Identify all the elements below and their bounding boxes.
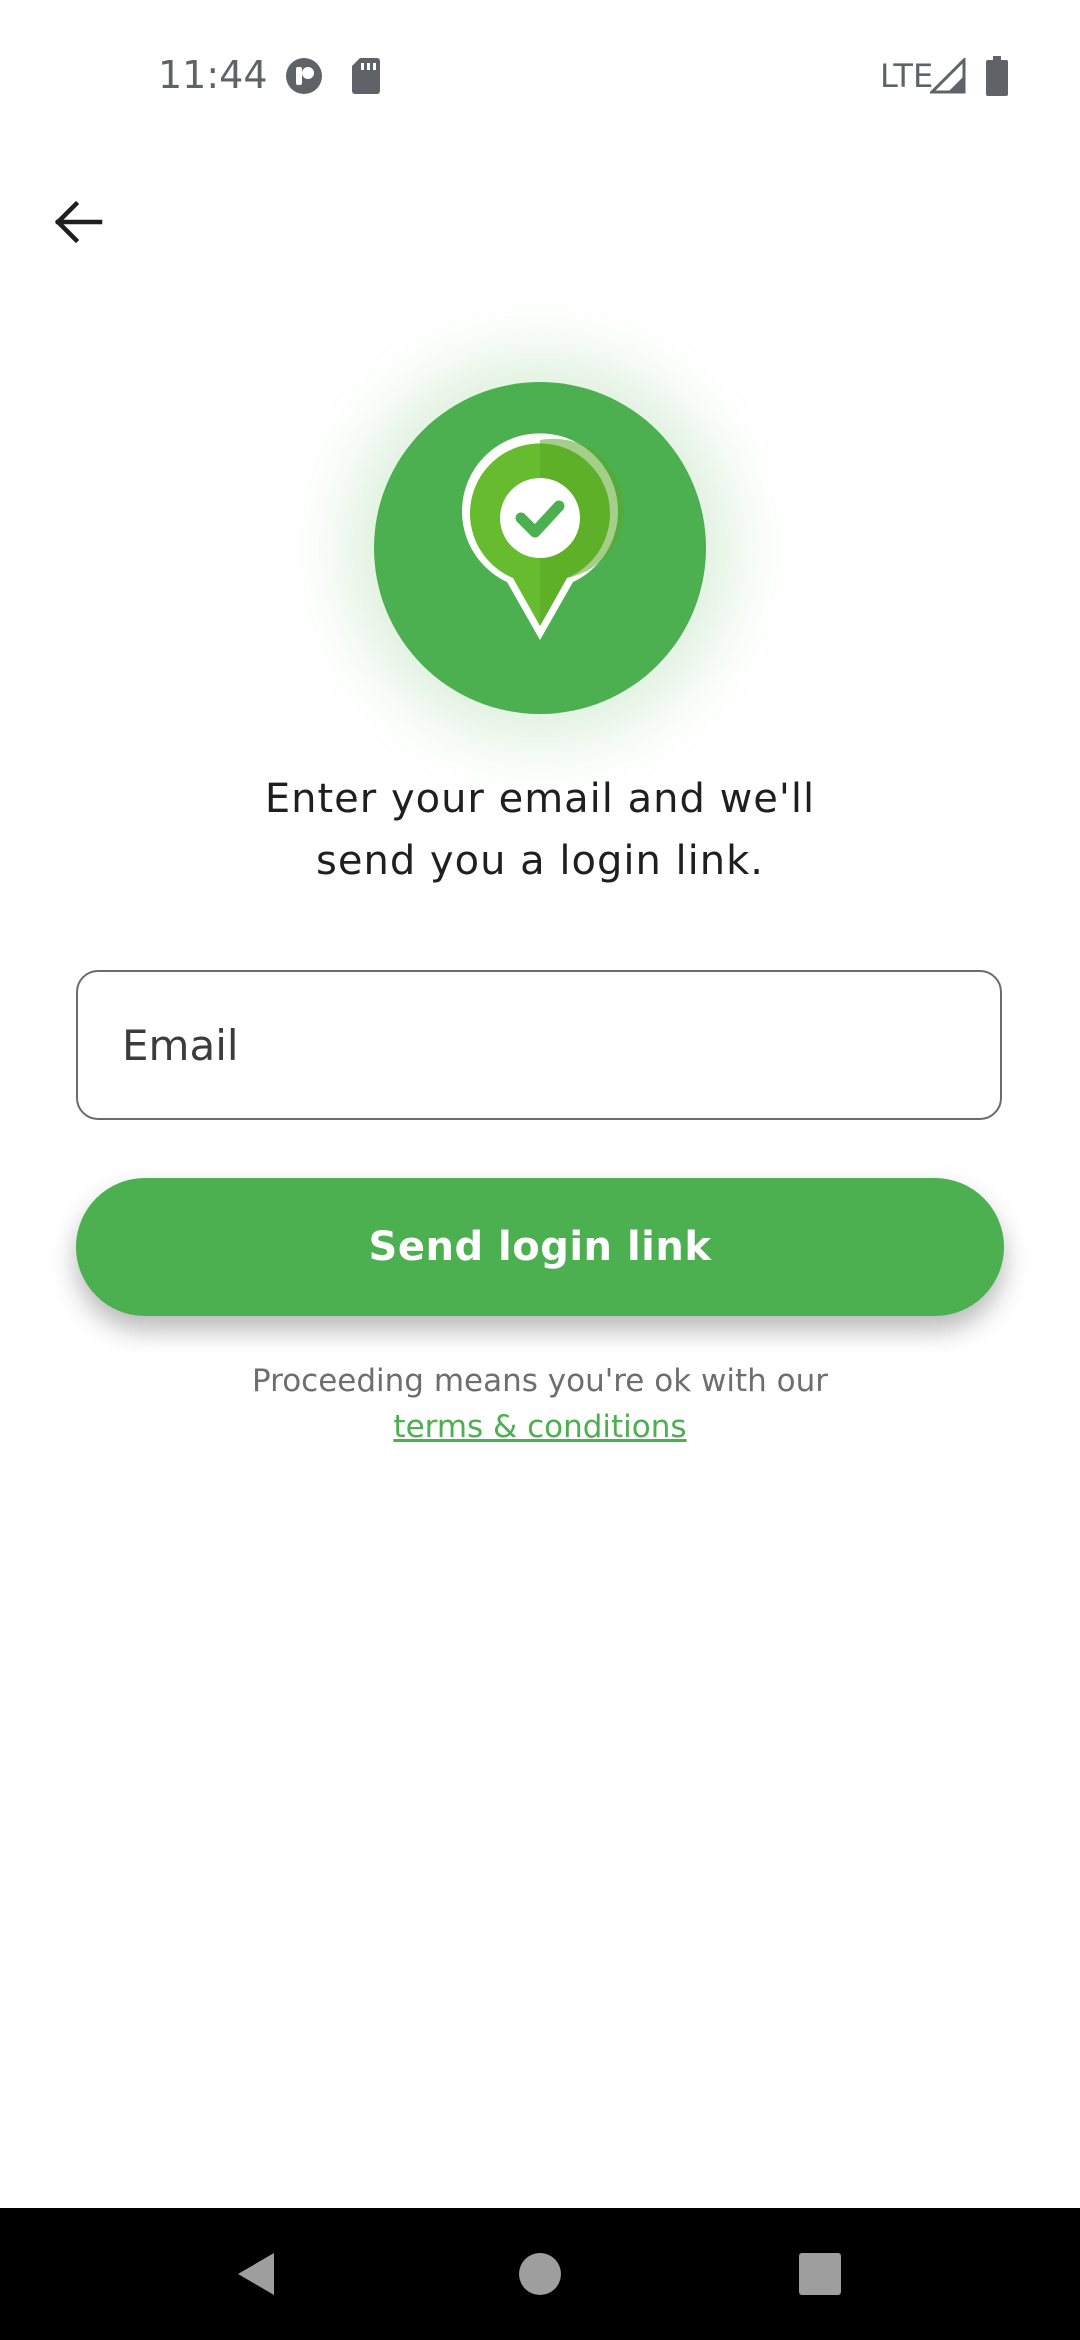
- nav-recents-button[interactable]: [750, 2208, 890, 2340]
- send-login-link-button[interactable]: Send login link: [76, 1178, 1004, 1316]
- recents-square-icon: [799, 2253, 841, 2295]
- terms-link[interactable]: terms & conditions: [140, 1404, 940, 1450]
- notification-app-icon: [286, 58, 322, 94]
- intro-line-2: send you a login link.: [316, 838, 764, 884]
- status-time: 11:44: [158, 53, 268, 97]
- home-circle-icon: [519, 2253, 561, 2295]
- back-button[interactable]: [38, 182, 118, 262]
- nav-home-button[interactable]: [470, 2208, 610, 2340]
- system-nav-bar: [0, 2208, 1080, 2340]
- intro-text: Enter your email and we'll send you a lo…: [140, 768, 940, 892]
- terms-text: Proceeding means you're ok with our: [252, 1363, 828, 1399]
- email-input[interactable]: [76, 970, 1002, 1120]
- status-bar: 11:44 LTE: [0, 0, 1080, 150]
- location-pin-check-icon: [462, 433, 624, 640]
- intro-line-1: Enter your email and we'll: [264, 776, 816, 822]
- arrow-left-icon: [54, 200, 103, 244]
- sd-card-icon: [352, 58, 380, 94]
- network-type: LTE: [880, 57, 934, 95]
- back-triangle-icon: [238, 2253, 274, 2295]
- signal-icon: [930, 58, 966, 94]
- battery-icon: [986, 56, 1008, 96]
- nav-back-button[interactable]: [186, 2208, 326, 2340]
